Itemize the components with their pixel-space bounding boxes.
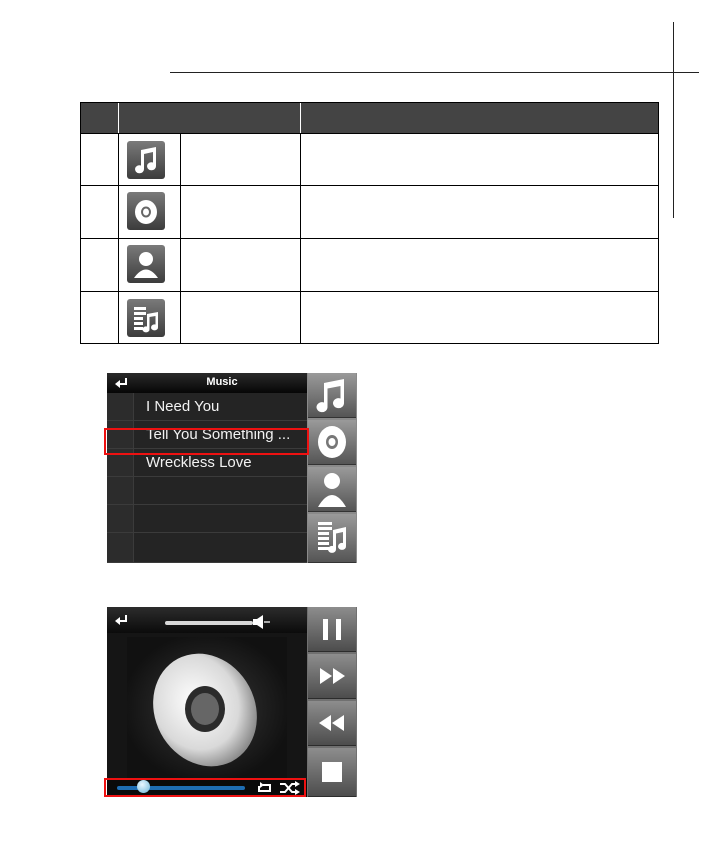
artist-icon: [318, 473, 346, 507]
table-row: [81, 238, 658, 291]
playlist-icon: [318, 522, 347, 553]
speaker-icon: [252, 615, 270, 629]
margin-rule: [673, 22, 674, 218]
icon-table: [80, 102, 659, 344]
song-list: I Need You Tell You Something ... Wreckl…: [107, 393, 307, 563]
disc-icon: [127, 192, 165, 230]
artists-button[interactable]: [308, 467, 356, 512]
list-item[interactable]: I Need You: [107, 393, 307, 421]
progress-highlight: [104, 778, 306, 797]
list-item[interactable]: [107, 533, 307, 563]
music-list-screen: Music I Need You Tell You Something ... …: [107, 373, 357, 563]
rewind-button[interactable]: [308, 701, 356, 746]
header-rule: [170, 72, 699, 73]
table-row: [81, 133, 658, 185]
screen-title: Music: [206, 376, 238, 388]
volume-slider[interactable]: [165, 621, 253, 625]
pause-icon: [323, 619, 341, 640]
song-title: I Need You: [146, 398, 220, 415]
fast-forward-button[interactable]: [308, 654, 356, 699]
stop-icon: [322, 762, 342, 782]
stop-button[interactable]: [308, 748, 356, 797]
table-row: [81, 291, 658, 343]
artist-icon: [127, 245, 165, 283]
album-art: [127, 637, 287, 779]
table-header: [81, 103, 658, 133]
fast-forward-icon: [320, 668, 345, 684]
playlist-icon: [127, 299, 165, 337]
title-bar: Music: [107, 373, 307, 393]
category-sidebar: [307, 373, 357, 563]
list-item[interactable]: [107, 477, 307, 505]
disc-icon: [318, 426, 346, 458]
pause-button[interactable]: [308, 607, 356, 652]
song-title: Wreckless Love: [146, 454, 252, 471]
rewind-icon: [319, 715, 344, 731]
playlists-button[interactable]: [308, 514, 356, 563]
list-item[interactable]: [107, 505, 307, 533]
albums-button[interactable]: [308, 420, 356, 465]
top-bar: [107, 607, 307, 633]
playback-controls: [307, 607, 357, 797]
selected-song-highlight: [104, 428, 309, 455]
music-note-icon: [127, 141, 165, 179]
table-row: [81, 185, 658, 238]
now-playing-screen: [107, 607, 357, 797]
music-note-icon: [316, 379, 345, 413]
songs-button[interactable]: [308, 373, 356, 418]
back-icon[interactable]: [113, 613, 131, 627]
